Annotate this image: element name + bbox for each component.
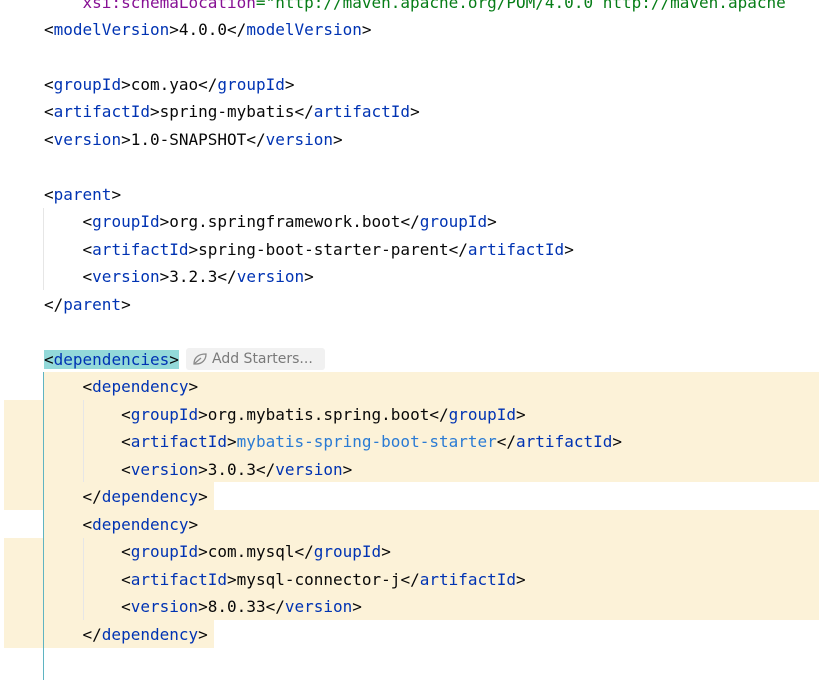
xml-text-value: mybatis-spring-boot-starter [236, 432, 497, 451]
xml-tag-name: version [53, 130, 122, 149]
code-line[interactable]: <version>8.0.33</version> [44, 593, 362, 620]
leaf-icon [193, 353, 207, 365]
xml-text-value: 3.2.3 [169, 267, 218, 286]
xml-tag-name: dependency [92, 515, 189, 534]
xml-tag-name: dependencies [53, 350, 170, 369]
xml-tag-name: version [236, 267, 305, 286]
xml-tag-name: groupId [130, 542, 199, 561]
xml-tag-name: parent [53, 185, 112, 204]
code-line[interactable]: <groupId>com.mysql</groupId> [44, 538, 391, 565]
code-line[interactable]: </dependency> [44, 483, 208, 510]
xml-tag-name: version [265, 130, 334, 149]
xml-attribute-value: "http://maven.apache.org/POM/4.0.0 http:… [265, 0, 786, 12]
code-line[interactable]: <groupId>org.mybatis.spring.boot</groupI… [44, 401, 526, 428]
xml-tag-name: version [284, 597, 353, 616]
xml-tag-name: artifactId [130, 432, 228, 451]
code-line[interactable]: <modelVersion>4.0.0</modelVersion> [44, 16, 372, 43]
xml-tag-name: artifactId [92, 240, 189, 259]
xml-tag-name: artifactId [516, 432, 613, 451]
code-line[interactable]: <artifactId>mybatis-spring-boot-starter<… [44, 428, 622, 455]
matched-tag-highlight: <dependencies> [44, 350, 179, 369]
xml-tag-name: dependency [92, 377, 189, 396]
code-editor[interactable]: xsi:schemaLocation="http://maven.apache.… [0, 0, 819, 680]
add-starters-button[interactable]: Add Starters... [186, 348, 325, 370]
xml-tag-name: groupId [53, 75, 122, 94]
xml-tag-name: groupId [130, 405, 199, 424]
xml-tag-name: modelVersion [246, 20, 362, 39]
xml-text-value: spring-mybatis [159, 102, 295, 121]
code-line[interactable]: <dependency> [44, 511, 199, 538]
code-line[interactable]: <artifactId>mysql-connector-j</artifactI… [44, 566, 526, 593]
xml-equals: = [255, 0, 266, 12]
xml-tag-name: version [130, 597, 199, 616]
xml-tag-name: groupId [448, 405, 517, 424]
code-line[interactable]: </parent> [44, 291, 131, 318]
code-line[interactable]: <dependency> [44, 373, 199, 400]
xml-tag-name: groupId [419, 212, 488, 231]
code-line[interactable]: <dependencies> [44, 346, 179, 373]
add-starters-label: Add Starters... [212, 351, 313, 367]
code-line[interactable]: xsi:schemaLocation="http://maven.apache.… [44, 0, 786, 16]
xml-text-value: com.mysql [207, 542, 295, 561]
xml-text-value: com.yao [130, 75, 199, 94]
xml-tag-name: dependency [101, 487, 199, 506]
xml-tag-name: modelVersion [53, 20, 170, 39]
xml-tag-name: groupId [92, 212, 160, 231]
xml-tag-name: groupId [313, 542, 382, 561]
xml-tag-name: version [130, 460, 199, 479]
code-line[interactable]: </dependency> [44, 621, 208, 648]
xml-tag-name: groupId [217, 75, 285, 94]
xml-text-value: 8.0.33 [207, 597, 266, 616]
xml-tag-name: dependency [101, 625, 199, 644]
xml-text-value: spring-boot-starter-parent [198, 240, 449, 259]
xml-text-value: 4.0.0 [178, 20, 228, 39]
xml-tag-name: artifactId [313, 102, 411, 121]
xml-tag-name: artifactId [53, 102, 150, 121]
code-line[interactable]: <artifactId>spring-boot-starter-parent</… [44, 236, 574, 263]
xml-tag-name: version [92, 267, 160, 286]
xml-text-value: mysql-connector-j [236, 570, 401, 589]
code-line[interactable]: <artifactId>spring-mybatis</artifactId> [44, 98, 420, 125]
code-line[interactable]: <groupId>org.springframework.boot</group… [44, 208, 497, 235]
xml-tag-name: parent [63, 295, 122, 314]
code-line[interactable]: <version>1.0-SNAPSHOT</version> [44, 126, 343, 153]
code-line[interactable]: <version>3.2.3</version> [44, 263, 314, 290]
xml-text-value: org.mybatis.spring.boot [207, 405, 430, 424]
xml-tag-name: artifactId [467, 240, 565, 259]
xml-text-value: 1.0-SNAPSHOT [130, 130, 247, 149]
xml-tag-name: artifactId [130, 570, 228, 589]
code-line[interactable]: <parent> [44, 181, 121, 208]
code-line[interactable]: <groupId>com.yao</groupId> [44, 71, 295, 98]
xml-text-value: 3.0.3 [207, 460, 256, 479]
xml-tag-name: version [275, 460, 343, 479]
xml-tag-name: artifactId [419, 570, 517, 589]
code-line[interactable]: <version>3.0.3</version> [44, 456, 352, 483]
xml-text-value: org.springframework.boot [169, 212, 401, 231]
xml-attribute-name: xsi:schemaLocation [82, 0, 256, 12]
